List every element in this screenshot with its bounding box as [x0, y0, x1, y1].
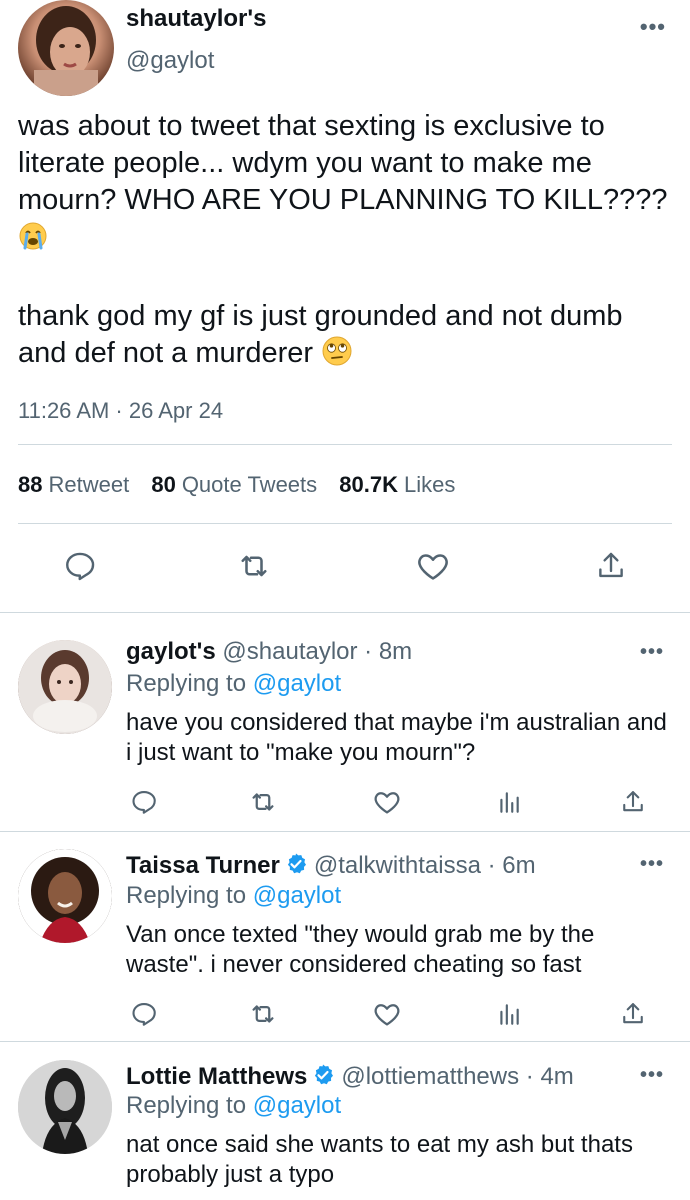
- reply-icon: [132, 791, 156, 814]
- share-button[interactable]: [613, 782, 653, 822]
- reply-icon: [132, 1003, 156, 1026]
- reply-button[interactable]: [60, 546, 100, 586]
- tweet-stats: 88 Retweet 80 Quote Tweets 80.7K Likes: [18, 470, 471, 500]
- retweet-icon: [252, 793, 274, 811]
- share-icon: [623, 791, 643, 812]
- main-avatar[interactable]: [18, 0, 114, 96]
- heart-icon: [418, 554, 448, 580]
- analytics-button[interactable]: [489, 782, 529, 822]
- main-tweet-header: shautaylor's @gaylot •••: [18, 0, 672, 98]
- more-options-icon[interactable]: •••: [640, 14, 666, 40]
- reply-display-name[interactable]: Taissa Turner: [126, 852, 280, 879]
- analytics-button[interactable]: [489, 994, 529, 1034]
- mention-link[interactable]: @gaylot: [253, 670, 341, 697]
- reply-actions: [0, 782, 690, 822]
- main-handle[interactable]: @gaylot: [126, 46, 266, 76]
- retweet-icon: [241, 555, 267, 577]
- retweet-count-value: 88: [18, 472, 43, 497]
- quote-count-label: Quote Tweets: [181, 472, 318, 497]
- retweet-button[interactable]: [234, 546, 274, 586]
- reply-tweet[interactable]: Lottie Matthews @lottiematthews · 4m ••• …: [0, 1060, 690, 1200]
- main-tweet-text: was about to tweet that sexting is exclu…: [18, 108, 678, 377]
- reply-display-name[interactable]: Lottie Matthews: [126, 1063, 307, 1090]
- quote-count-value: 80: [151, 472, 176, 497]
- reply-header: gaylot's @shautaylor · 8m: [126, 637, 412, 667]
- retweet-button[interactable]: [243, 782, 283, 822]
- retweet-icon: [252, 1005, 274, 1023]
- retweet-count-label: Retweet: [48, 472, 130, 497]
- replying-to: Replying to @gaylot: [126, 1091, 341, 1121]
- share-button[interactable]: [591, 546, 631, 586]
- heart-icon: [374, 1004, 400, 1026]
- reply-button[interactable]: [124, 782, 164, 822]
- like-count[interactable]: 80.7K Likes: [339, 470, 455, 500]
- like-button[interactable]: [367, 782, 407, 822]
- retweet-count[interactable]: 88 Retweet: [18, 470, 129, 500]
- reply-handle[interactable]: @lottiematthews: [341, 1063, 519, 1090]
- reply-header: Taissa Turner @talkwithtaissa · 6m: [126, 851, 536, 884]
- avatar-portrait: [34, 6, 98, 96]
- avatar[interactable]: [18, 1060, 112, 1154]
- reply-button[interactable]: [124, 994, 164, 1034]
- more-options-icon[interactable]: •••: [640, 853, 664, 876]
- reply-icon: [66, 552, 95, 581]
- share-icon: [599, 552, 623, 578]
- like-button[interactable]: [413, 546, 453, 586]
- more-options-icon[interactable]: •••: [640, 641, 664, 664]
- verified-badge-icon: [284, 852, 308, 884]
- section-divider: [0, 831, 690, 832]
- replying-to-label: Replying to: [126, 670, 247, 697]
- loudly-crying-face-icon: [18, 221, 48, 261]
- reply-handle[interactable]: @shautaylor: [222, 638, 357, 665]
- replying-to-label: Replying to: [126, 882, 247, 909]
- divider: [18, 523, 672, 524]
- analytics-icon: [500, 792, 519, 813]
- reply-time[interactable]: · 6m: [488, 852, 536, 879]
- heart-icon: [374, 792, 400, 814]
- more-options-icon[interactable]: •••: [640, 1064, 664, 1087]
- replying-to: Replying to @gaylot: [126, 669, 341, 699]
- reply-time[interactable]: · 4m: [526, 1063, 574, 1090]
- mention-link[interactable]: @gaylot: [253, 882, 341, 909]
- rolling-eyes-face-icon: [321, 335, 353, 377]
- replying-to-label: Replying to: [126, 1092, 247, 1119]
- reply-text: nat once said she wants to eat my ash bu…: [126, 1131, 633, 1188]
- tweet-timestamp[interactable]: 11:26 AM · 26 Apr 24: [18, 396, 223, 426]
- share-icon: [623, 1003, 643, 1024]
- reply-text: have you considered that maybe i'm austr…: [126, 709, 667, 766]
- divider: [18, 444, 672, 445]
- main-tweet: shautaylor's @gaylot ••• was about to tw…: [0, 0, 690, 612]
- avatar-portrait: [18, 640, 112, 734]
- mention-link[interactable]: @gaylot: [253, 1092, 341, 1119]
- main-tweet-paragraph-1: was about to tweet that sexting is exclu…: [18, 110, 668, 216]
- reply-tweet[interactable]: gaylot's @shautaylor · 8m ••• Replying t…: [0, 637, 690, 830]
- section-divider: [0, 612, 690, 613]
- replying-to: Replying to @gaylot: [126, 881, 341, 911]
- retweet-button[interactable]: [243, 994, 283, 1034]
- main-author: shautaylor's @gaylot: [126, 4, 266, 76]
- reply-actions: [0, 994, 690, 1034]
- like-count-label: Likes: [404, 472, 456, 497]
- avatar[interactable]: [18, 640, 112, 734]
- reply-time[interactable]: · 8m: [364, 638, 412, 665]
- reply-handle[interactable]: @talkwithtaissa: [314, 852, 481, 879]
- reply-display-name[interactable]: gaylot's: [126, 638, 216, 665]
- analytics-icon: [500, 1004, 519, 1025]
- reply-tweet[interactable]: Taissa Turner @talkwithtaissa · 6m ••• Re…: [0, 849, 690, 1039]
- section-divider: [0, 1041, 690, 1042]
- main-tweet-actions: [0, 546, 690, 586]
- share-button[interactable]: [613, 994, 653, 1034]
- main-display-name[interactable]: shautaylor's: [126, 4, 266, 34]
- reply-text: Van once texted "they would grab me by t…: [126, 921, 595, 978]
- like-count-value: 80.7K: [339, 472, 398, 497]
- avatar-portrait: [18, 849, 112, 943]
- avatar[interactable]: [18, 849, 112, 943]
- like-button[interactable]: [367, 994, 407, 1034]
- avatar-portrait: [18, 1060, 112, 1154]
- quote-count[interactable]: 80 Quote Tweets: [151, 470, 317, 500]
